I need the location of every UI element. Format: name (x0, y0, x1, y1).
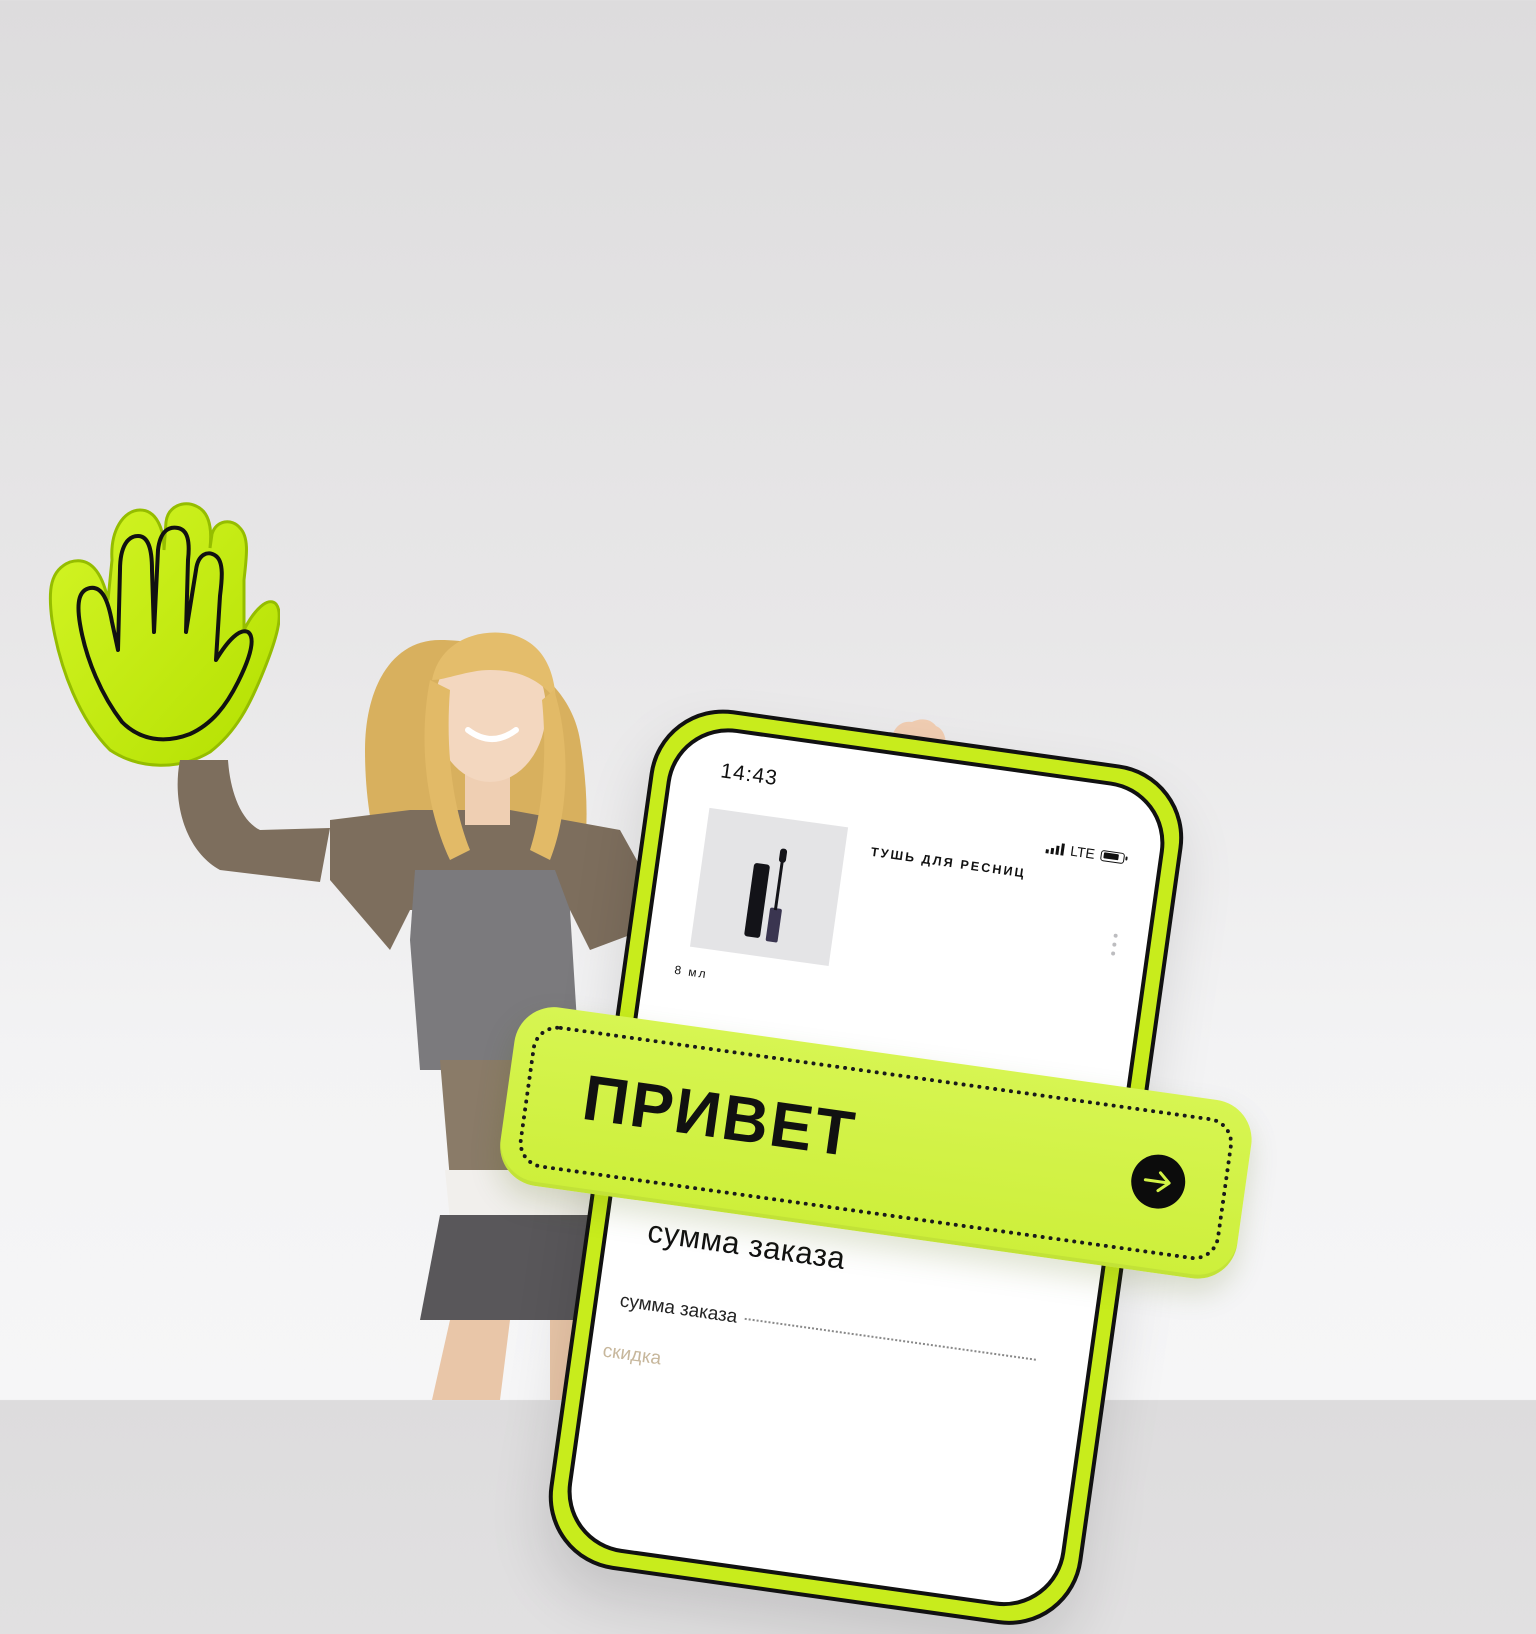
product-image[interactable] (689, 807, 849, 967)
product-volume: 8 мл (673, 962, 709, 982)
status-bar-right: LTE (1045, 839, 1126, 866)
more-vertical-icon[interactable] (1110, 933, 1118, 956)
battery-icon (1099, 849, 1126, 864)
order-total-label: сумма заказа (618, 1290, 739, 1328)
arrow-right-glyph (1143, 1171, 1171, 1193)
signal-icon (1045, 841, 1066, 856)
status-time: 14:43 (719, 759, 780, 791)
order-total-row: сумма заказа (618, 1290, 1037, 1370)
discount-label: скидка (601, 1340, 663, 1370)
leader-dots (744, 1317, 1036, 1361)
network-label: LTE (1069, 842, 1096, 862)
mascara-icon (744, 848, 788, 943)
product-title[interactable]: ТУШЬ ДЛЯ РЕСНИЦ (870, 845, 1027, 881)
